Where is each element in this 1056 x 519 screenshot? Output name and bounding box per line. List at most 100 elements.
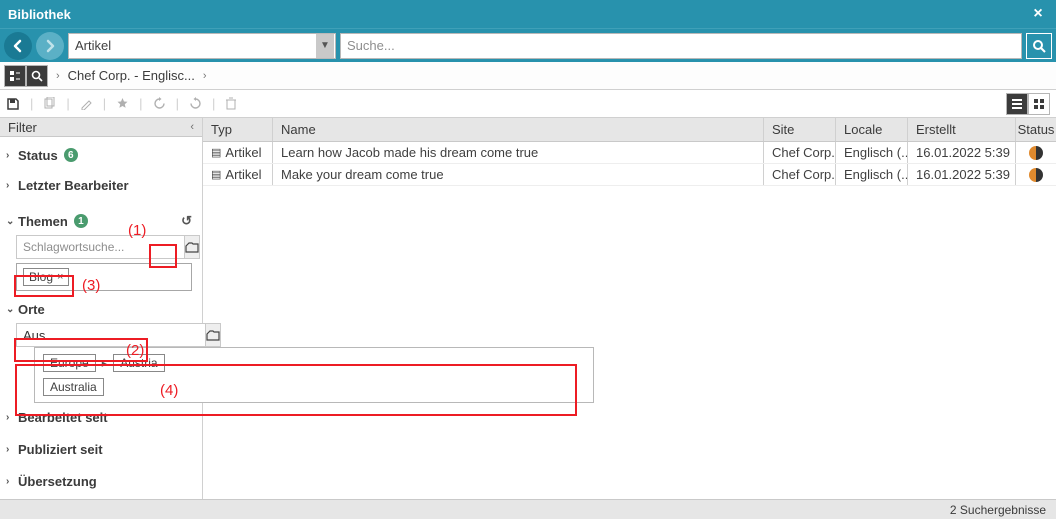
status-count-badge: 6 [64,148,78,162]
filter-status-label: Status [18,148,58,163]
places-browse-button[interactable] [205,323,221,347]
reset-icon[interactable]: ↺ [181,213,192,229]
grid-list-toggle[interactable] [1006,93,1050,115]
filter-body: › Status 6 › Letzter Bearbeiter ⌄ Themen… [0,137,202,499]
filter-section-published-since[interactable]: › Publiziert seit [0,437,202,461]
copy-icon [43,97,56,110]
close-icon[interactable]: × [1028,5,1048,23]
chevron-down-icon: ⌄ [6,216,14,227]
theme-chip-blog[interactable]: Blog × [23,268,69,286]
filter-translation-label: Übersetzung [18,474,97,489]
edit-icon [80,97,93,110]
suggest-chip-europe[interactable]: Europe [43,354,96,372]
delete-icon [225,97,237,110]
th-locale[interactable]: Locale [836,118,908,141]
chevron-right-icon: › [6,180,9,191]
themes-chip-container: Blog × [16,263,192,291]
status-indicator-icon [1029,146,1043,160]
td-site: Chef Corp. [764,164,836,185]
th-name[interactable]: Name [273,118,764,141]
th-created[interactable]: Erstellt [908,118,1016,141]
nav-back-button[interactable] [4,32,32,60]
document-icon: ▤ [211,168,221,181]
breadcrumb-segment[interactable]: Chef Corp. - Englisc... [68,68,195,83]
tree-view-icon[interactable] [4,65,26,87]
type-select[interactable]: Artikel ▼ [68,33,336,59]
bookmark-icon [116,97,129,110]
table-header: Typ Name Site Locale Erstellt Status [203,118,1056,142]
td-site: Chef Corp. [764,142,836,163]
status-bar: 2 Suchergebnisse [0,499,1056,519]
collapse-sidebar-icon[interactable]: ‹ [190,121,194,133]
filter-section-translation[interactable]: › Übersetzung [0,469,202,493]
remove-chip-icon[interactable]: × [57,271,63,283]
td-name: Learn how Jacob made his dream come true [273,142,764,163]
table-row[interactable]: ▤Artikel Make your dream come true Chef … [203,164,1056,186]
breadcrumb-arrow-icon: ▸ [102,357,108,370]
td-locale: Englisch (... [836,164,908,185]
themes-count-badge: 1 [74,214,88,228]
search-button[interactable] [1026,33,1052,59]
filter-section-themes[interactable]: ⌄ Themen 1 ↺ [0,209,202,233]
theme-chip-label: Blog [29,270,53,284]
th-typ[interactable]: Typ [203,118,273,141]
refresh-icon [153,97,166,110]
th-site[interactable]: Site [764,118,836,141]
td-status [1016,164,1056,185]
filter-edited-since-label: Bearbeitet seit [18,410,108,425]
themes-search-input[interactable] [16,235,184,259]
filter-published-since-label: Publiziert seit [18,442,103,457]
td-created: 16.01.2022 5:39 [908,164,1016,185]
td-created: 16.01.2022 5:39 [908,142,1016,163]
filter-section-places[interactable]: ⌄ Orte [0,297,202,321]
filter-sidebar: Filter ‹ › Status 6 › Letzter Bearbeiter… [0,118,203,499]
filter-places-label: Orte [18,302,45,317]
chevron-right-icon: › [6,476,9,487]
window-title: Bibliothek [8,7,1028,22]
suggest-chip-australia[interactable]: Australia [43,378,104,396]
main-area: Filter ‹ › Status 6 › Letzter Bearbeiter… [0,118,1056,499]
content-pane: Typ Name Site Locale Erstellt Status ▤Ar… [203,118,1056,499]
filter-themes-label: Themen [18,214,68,229]
places-search-input[interactable] [16,323,205,347]
grid-view-icon[interactable] [1028,93,1050,115]
filter-last-editor-label: Letzter Bearbeiter [18,178,129,193]
result-count: 2 Suchergebnisse [950,503,1046,517]
view-mode-toggle[interactable] [4,65,48,87]
chevron-right-icon: › [6,444,9,455]
breadcrumb-separator: › [203,70,207,82]
chevron-down-icon: ⌄ [6,304,14,315]
th-status[interactable]: Status [1016,118,1056,141]
filter-header-label: Filter [8,120,37,135]
td-typ: ▤Artikel [203,142,273,163]
breadcrumb-separator: › [56,70,60,82]
action-toolbar: | | | | | | [0,90,1056,118]
breadcrumb-bar: › Chef Corp. - Englisc... › [0,62,1056,90]
places-search-row: Europe ▸ Austria Australia [16,323,192,347]
nav-forward-button[interactable] [36,32,64,60]
save-icon[interactable] [6,97,20,111]
filter-header: Filter ‹ [0,118,202,137]
global-search-input[interactable]: Suche... [340,33,1022,59]
chevron-down-icon: ▼ [316,34,334,58]
themes-search-row [16,235,192,259]
suggest-row-australia[interactable]: Australia [43,378,585,396]
nav-bar: Artikel ▼ Suche... [0,28,1056,62]
suggest-row-austria[interactable]: Europe ▸ Austria [43,354,585,372]
themes-browse-button[interactable] [184,235,200,259]
chevron-right-icon: › [6,412,9,423]
places-suggest-dropdown: Europe ▸ Austria Australia [34,347,594,403]
filter-section-status[interactable]: › Status 6 [0,143,202,167]
filter-section-last-editor[interactable]: › Letzter Bearbeiter [0,173,202,197]
search-view-icon[interactable] [26,65,48,87]
type-select-value: Artikel [75,38,111,53]
list-view-icon[interactable] [1006,93,1028,115]
td-typ: ▤Artikel [203,164,273,185]
table-row[interactable]: ▤Artikel Learn how Jacob made his dream … [203,142,1056,164]
suggest-chip-austria[interactable]: Austria [113,354,164,372]
search-placeholder: Suche... [347,38,395,53]
document-icon: ▤ [211,146,221,159]
revert-icon [189,97,202,110]
filter-section-edited-since[interactable]: › Bearbeitet seit [0,405,202,429]
td-name: Make your dream come true [273,164,764,185]
